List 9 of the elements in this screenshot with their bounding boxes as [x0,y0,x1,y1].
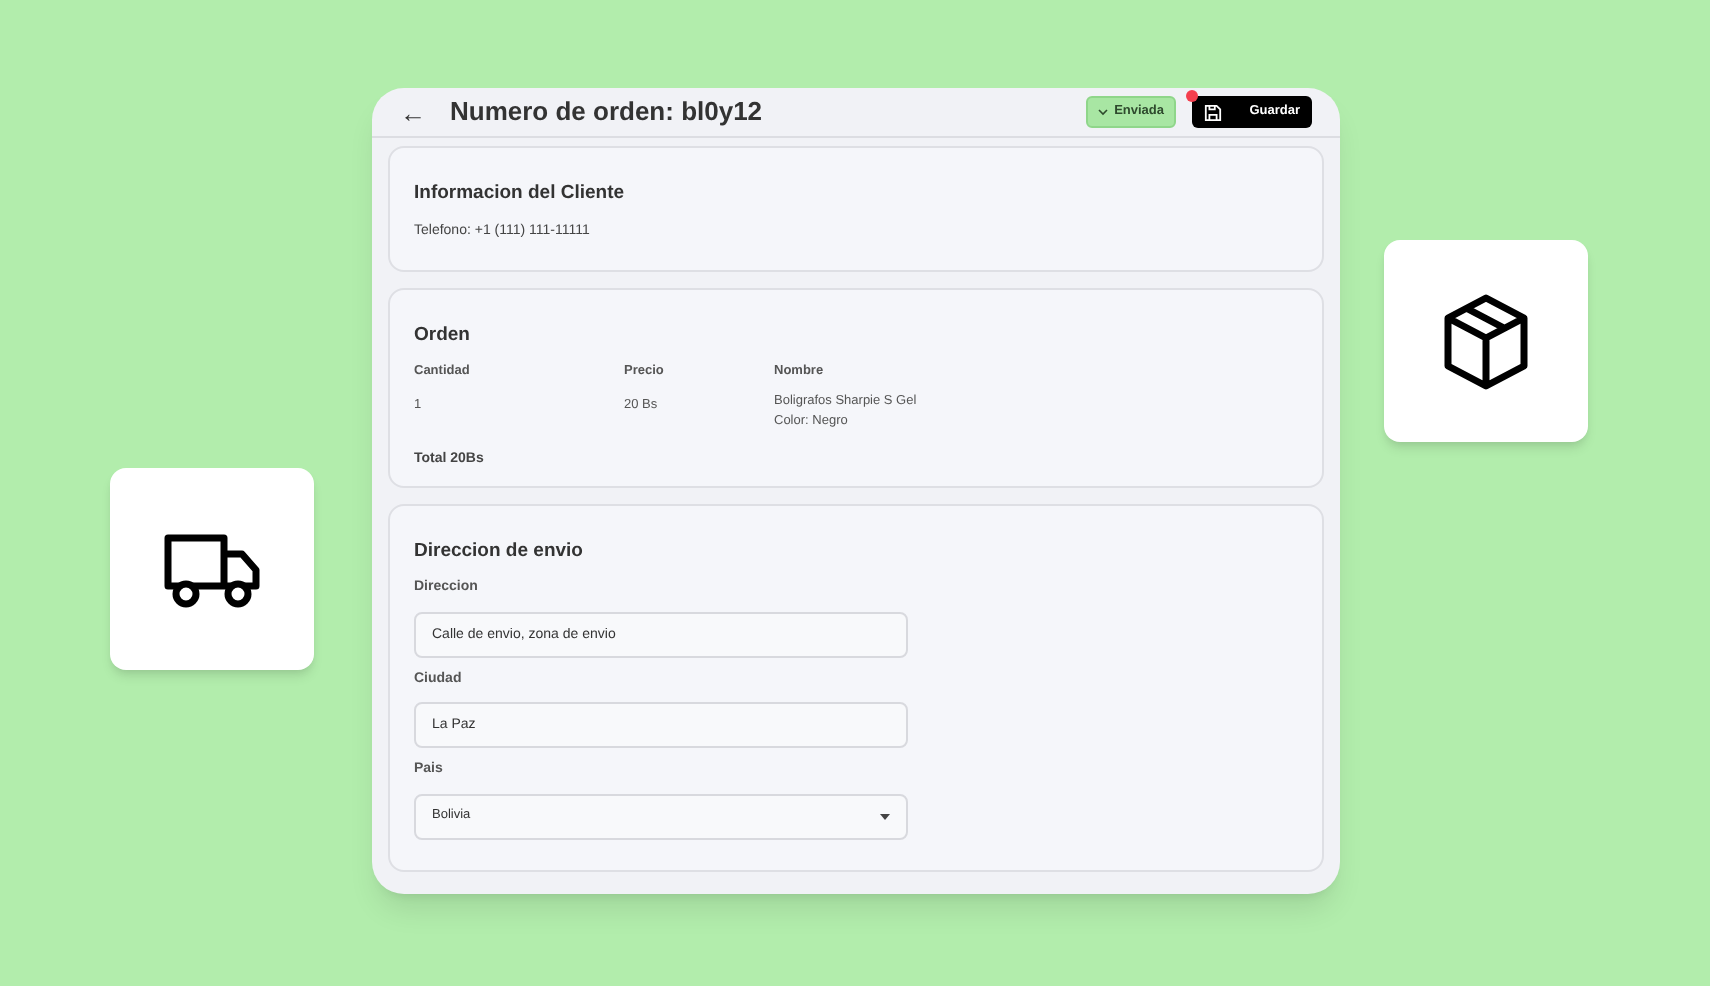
section-title: Orden [414,322,472,350]
chevron-down-icon [1098,108,1109,116]
truck-icon [164,529,260,609]
caret-icon [880,813,890,820]
order-title: Numero de orden: bl0y12 [450,94,765,131]
section-title: Direccion de envio [414,538,585,566]
section-title: Informacion del Cliente [414,180,627,208]
back-button[interactable]: ← [400,99,426,125]
box-icon [1442,293,1530,389]
